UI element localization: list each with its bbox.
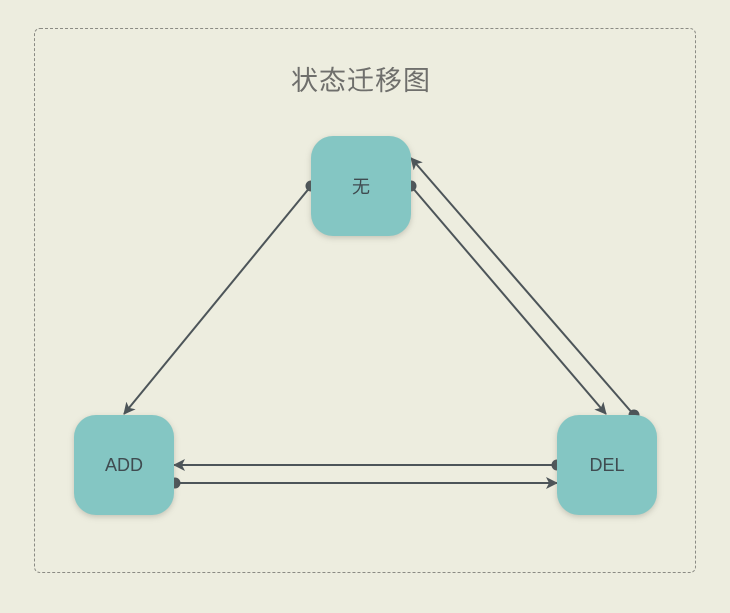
diagram-title: 状态迁移图 xyxy=(291,66,431,96)
diagram-canvas: 状态迁移图 无 ADD DEL xyxy=(0,0,730,613)
state-node-del[interactable]: DEL xyxy=(557,415,657,515)
state-label-none: 无 xyxy=(352,177,370,197)
state-label-add: ADD xyxy=(104,454,143,475)
state-node-none[interactable]: 无 xyxy=(311,136,411,236)
state-label-del: DEL xyxy=(589,454,625,475)
state-node-add[interactable]: ADD xyxy=(74,415,174,515)
